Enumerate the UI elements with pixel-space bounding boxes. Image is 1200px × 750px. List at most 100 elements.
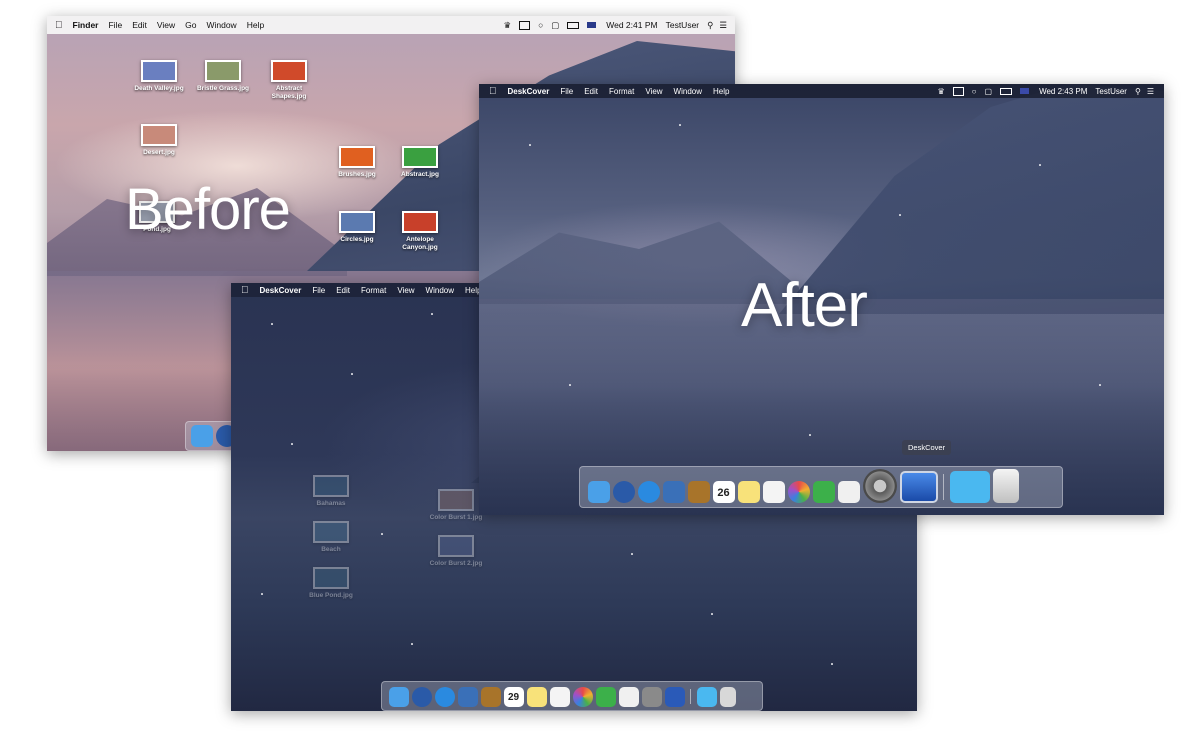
launchpad-icon[interactable] xyxy=(411,687,432,707)
notebook-icon[interactable] xyxy=(480,687,501,707)
safari-icon[interactable] xyxy=(637,481,660,503)
apple-menu-icon[interactable]:  xyxy=(241,285,249,296)
dock: 29 xyxy=(381,681,763,711)
desktop-icon[interactable]: Bristle Grass.jpg xyxy=(193,60,253,93)
display-icon[interactable] xyxy=(519,20,531,30)
menu-view[interactable]: View xyxy=(397,286,414,295)
notification-center-icon[interactable]: ☰ xyxy=(719,20,727,31)
dock: 26 xyxy=(579,466,1063,508)
launchpad-icon[interactable] xyxy=(612,481,635,503)
menu-format[interactable]: Format xyxy=(609,87,634,96)
after-screenshot:  DeskCover File Edit Format View Window… xyxy=(479,84,1164,515)
notebook-icon[interactable] xyxy=(687,481,710,503)
flag-icon[interactable] xyxy=(1020,88,1030,94)
downloads-folder-icon[interactable] xyxy=(696,687,717,707)
textedit-icon[interactable] xyxy=(837,481,860,503)
menu-go[interactable]: Go xyxy=(185,20,196,30)
reminders-icon[interactable] xyxy=(549,687,570,707)
icon-label: Abstract.jpg xyxy=(401,171,439,178)
notes-icon[interactable] xyxy=(737,481,760,503)
reminders-icon[interactable] xyxy=(762,481,785,503)
menu-edit[interactable]: Edit xyxy=(584,87,598,96)
apple-menu-icon[interactable]:  xyxy=(489,86,497,97)
clock[interactable]: Wed 2:43 PM xyxy=(1039,87,1087,96)
icon-label: Death Valley.jpg xyxy=(134,85,184,92)
desktop-icon[interactable]: Desert.jpg xyxy=(129,124,189,157)
menu-bar:  Finder File Edit View Go Window Help ♛… xyxy=(47,16,735,34)
wifi-icon[interactable]: ○ xyxy=(972,87,977,96)
menu-window[interactable]: Window xyxy=(674,87,702,96)
apple-menu-icon[interactable]:  xyxy=(55,20,63,31)
star xyxy=(411,643,413,645)
facetime-icon[interactable] xyxy=(595,687,616,707)
desktop-icon[interactable]: Brushes.jpg xyxy=(327,146,387,179)
menu-file[interactable]: File xyxy=(108,20,122,30)
menu-view[interactable]: View xyxy=(645,87,662,96)
desktop-icon[interactable]: Death Valley.jpg xyxy=(129,60,189,93)
menu-edit[interactable]: Edit xyxy=(336,286,350,295)
menu-edit[interactable]: Edit xyxy=(132,20,147,30)
menu-window[interactable]: Window xyxy=(206,20,236,30)
menu-window[interactable]: Window xyxy=(426,286,454,295)
deskcover-status-icon[interactable]: ♛ xyxy=(503,20,511,31)
textedit-icon[interactable] xyxy=(618,687,639,707)
facetime-icon[interactable] xyxy=(812,481,835,503)
menu-file[interactable]: File xyxy=(560,87,573,96)
user-name[interactable]: TestUser xyxy=(1095,87,1127,96)
desktop-icon[interactable]: Color Burst 2.jpg xyxy=(421,535,491,568)
system-preferences-icon[interactable] xyxy=(862,469,897,503)
photos-icon[interactable] xyxy=(787,481,810,503)
app-menu[interactable]: DeskCover xyxy=(260,286,302,295)
notification-center-icon[interactable]: ☰ xyxy=(1147,87,1154,96)
downloads-folder-icon[interactable] xyxy=(949,471,990,503)
desktop-icon[interactable]: Abstract Shapes.jpg xyxy=(259,60,319,101)
system-preferences-icon[interactable] xyxy=(641,687,662,707)
star xyxy=(899,214,901,216)
desktop-icon[interactable]: Antelope Canyon.jpg xyxy=(390,211,450,252)
spotlight-icon[interactable]: ⚲ xyxy=(707,20,713,31)
desktop-icon[interactable]: Blue Pond.jpg xyxy=(301,567,361,600)
menu-help[interactable]: Help xyxy=(247,20,264,30)
deskcover-icon[interactable] xyxy=(664,687,685,707)
display-icon[interactable] xyxy=(952,86,964,96)
notes-icon[interactable] xyxy=(526,687,547,707)
battery-icon[interactable] xyxy=(567,21,580,29)
menu-view[interactable]: View xyxy=(157,20,175,30)
star xyxy=(631,553,633,555)
finder-icon[interactable] xyxy=(190,425,213,447)
airplay-icon[interactable]: ▢ xyxy=(551,20,559,31)
trash-icon[interactable] xyxy=(992,469,1019,503)
desktop-icon[interactable]: Bahamas xyxy=(301,475,361,508)
photo-viewer-icon[interactable] xyxy=(457,687,478,707)
desktop-icon[interactable]: Abstract.jpg xyxy=(390,146,450,179)
menu-format[interactable]: Format xyxy=(361,286,386,295)
desktop-icon[interactable]: Circles.jpg xyxy=(327,211,387,244)
finder-icon[interactable] xyxy=(587,481,610,503)
trash-icon[interactable] xyxy=(719,687,736,707)
calendar-day: 26 xyxy=(717,487,730,499)
calendar-icon[interactable]: 29 xyxy=(503,687,524,707)
wifi-icon[interactable]: ○ xyxy=(538,20,543,30)
photo-viewer-icon[interactable] xyxy=(662,481,685,503)
icon-label: Color Burst 1.jpg xyxy=(429,514,483,521)
app-menu[interactable]: Finder xyxy=(73,20,99,30)
icon-label: Bahamas xyxy=(316,500,346,507)
airplay-icon[interactable]: ▢ xyxy=(985,87,993,96)
app-menu[interactable]: DeskCover xyxy=(508,87,550,96)
deskcover-status-icon[interactable]: ♛ xyxy=(938,87,945,96)
star xyxy=(1039,164,1041,166)
menu-file[interactable]: File xyxy=(312,286,325,295)
icon-label: Desert.jpg xyxy=(143,149,175,156)
finder-icon[interactable] xyxy=(388,687,409,707)
flag-icon[interactable] xyxy=(587,22,597,28)
clock[interactable]: Wed 2:41 PM xyxy=(606,20,657,30)
menu-help[interactable]: Help xyxy=(713,87,729,96)
spotlight-icon[interactable]: ⚲ xyxy=(1135,87,1141,96)
calendar-icon[interactable]: 26 xyxy=(712,481,735,503)
safari-icon[interactable] xyxy=(434,687,455,707)
desktop-icon[interactable]: Beach xyxy=(301,521,361,554)
photos-icon[interactable] xyxy=(572,687,593,707)
user-name[interactable]: TestUser xyxy=(666,20,700,30)
deskcover-icon[interactable] xyxy=(899,471,938,503)
battery-icon[interactable] xyxy=(1000,87,1013,95)
